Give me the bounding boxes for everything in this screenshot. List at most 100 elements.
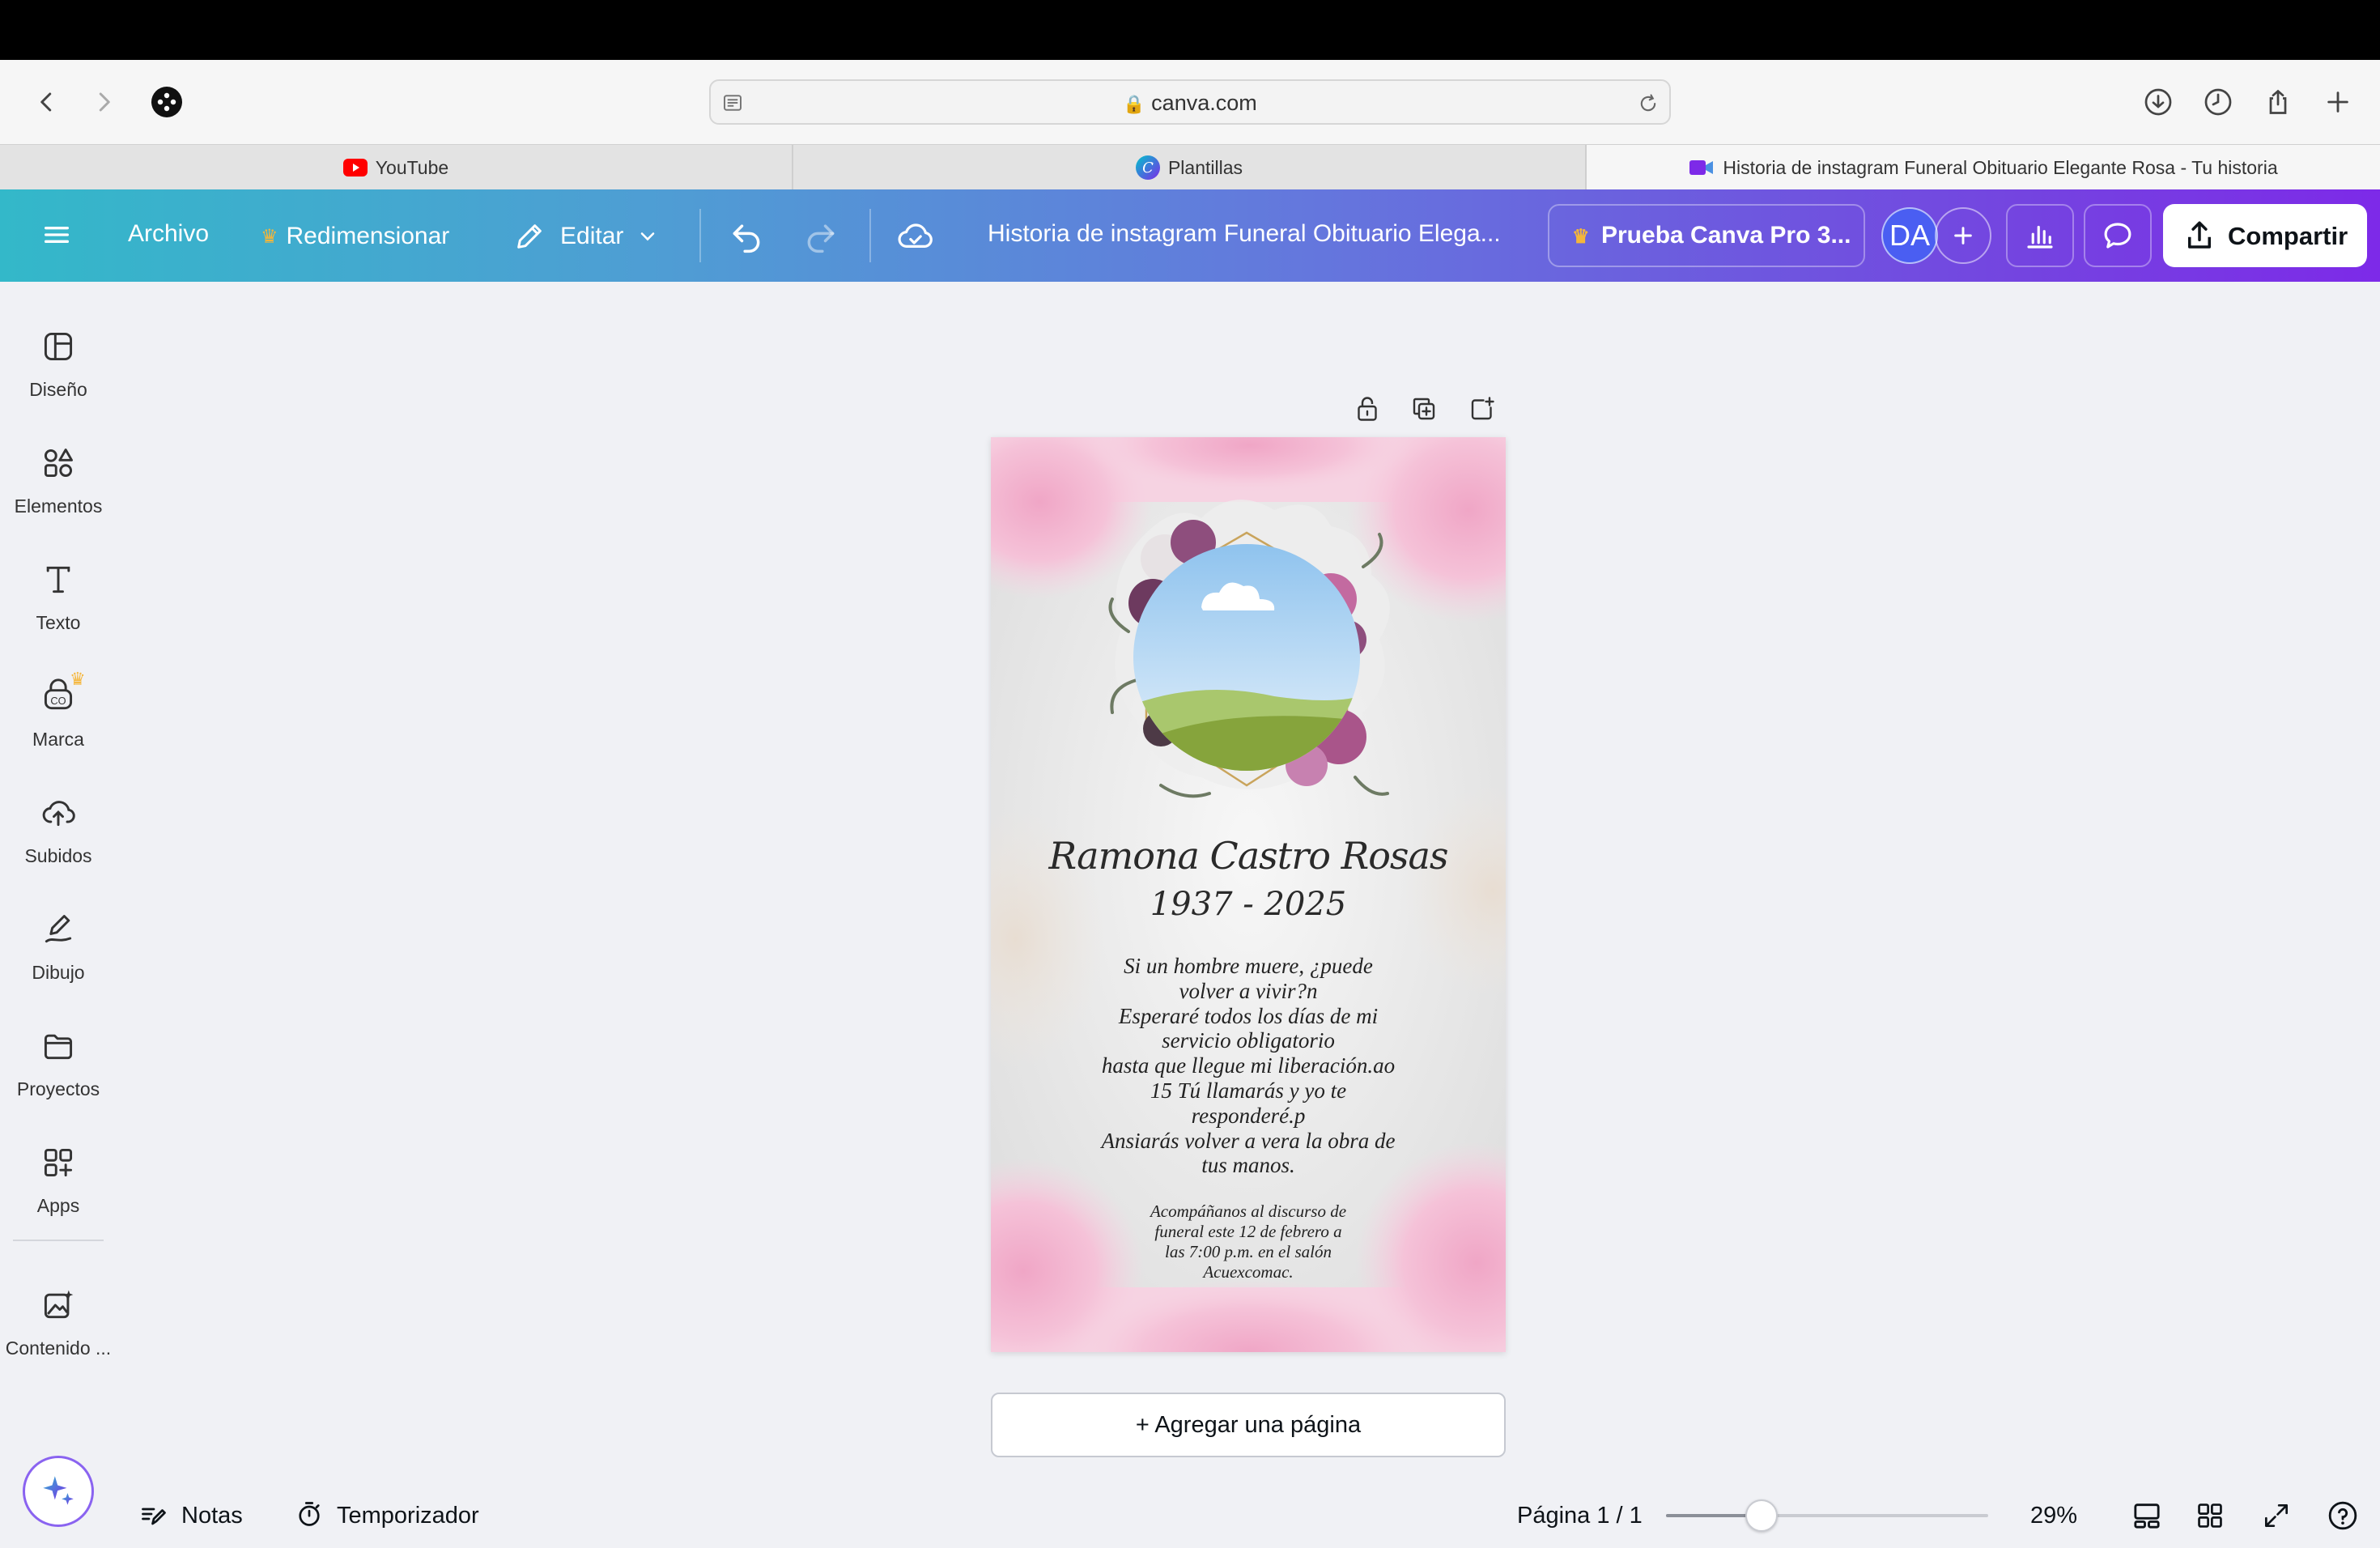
lock-icon: 🔒 (1123, 94, 1145, 114)
document-title[interactable]: Historia de instagram Funeral Obituario … (988, 220, 1501, 248)
browser-tab-strip: YouTube C Plantillas Historia de instagr… (0, 144, 2380, 190)
try-pro-button[interactable]: ♛ Prueba Canva Pro 3... (1548, 204, 1865, 267)
file-menu[interactable]: Archivo (128, 220, 209, 248)
sidebar-item-subidos[interactable]: Subidos (0, 777, 117, 882)
duplicate-page-icon[interactable] (1405, 390, 1443, 427)
insights-button[interactable] (2006, 204, 2074, 267)
resize-label: Redimensionar (286, 223, 450, 249)
forward-icon[interactable] (81, 79, 126, 125)
address-bar[interactable]: 🔒 canva.com (709, 79, 1671, 125)
share-button[interactable]: Compartir (2163, 204, 2367, 267)
resize-button[interactable]: ♛ Redimensionar (261, 219, 449, 254)
zoom-slider-thumb[interactable] (1745, 1499, 1778, 1532)
upload-cloud-icon (42, 801, 75, 827)
youtube-icon (342, 159, 368, 176)
sidebar-item-dibujo[interactable]: Dibujo (0, 894, 117, 999)
pages-view-icon[interactable] (2129, 1498, 2165, 1533)
notes-icon[interactable] (139, 1499, 168, 1529)
add-page-label: + Agregar una página (1135, 1412, 1362, 1438)
tab-active-design[interactable]: Historia de instagram Funeral Obituario … (1587, 145, 2380, 190)
fullscreen-icon[interactable] (2259, 1498, 2294, 1533)
cloud-saved-icon[interactable] (897, 219, 934, 254)
redo-icon[interactable] (803, 219, 839, 254)
help-icon[interactable] (2325, 1498, 2361, 1533)
magic-media-icon (44, 1290, 74, 1319)
divider (699, 209, 701, 262)
sidebar-item-label: Dibujo (32, 962, 85, 983)
extension-icon[interactable] (144, 79, 189, 125)
sidebar-item-label: Subidos (24, 845, 92, 866)
sidebar-item-label: Proyectos (16, 1078, 100, 1099)
layout-icon (44, 332, 73, 361)
sidebar-item-label: Elementos (14, 495, 103, 517)
magic-assistant-button[interactable] (23, 1456, 94, 1527)
sidebar-item-apps[interactable]: Apps (0, 1127, 117, 1232)
chevron-down-icon (641, 232, 655, 241)
try-pro-label: Prueba Canva Pro 3... (1601, 222, 1851, 249)
poem-text[interactable]: Si un hombre muere, ¿puede volver a vivi… (1080, 954, 1417, 1178)
invitation-text[interactable]: Acompáñanos al discurso de funeral este … (1128, 1201, 1368, 1282)
timer-button[interactable]: Temporizador (337, 1503, 479, 1529)
add-page-icon[interactable] (1464, 390, 1501, 427)
page-indicator[interactable]: Página 1 / 1 (1517, 1503, 1643, 1529)
timer-icon[interactable] (295, 1499, 324, 1529)
sidebar-item-label: Texto (36, 612, 81, 633)
canva-video-icon (1689, 158, 1715, 177)
pencil-icon (517, 224, 542, 249)
new-tab-icon[interactable] (2315, 79, 2361, 125)
sidebar-item-proyectos[interactable]: Proyectos (0, 1010, 117, 1116)
crown-icon: ♛ (70, 669, 86, 689)
zoom-level[interactable]: 29% (2030, 1503, 2077, 1529)
history-icon[interactable] (2195, 79, 2241, 125)
sidebar-divider (13, 1240, 104, 1241)
sidebar-item-contenido[interactable]: Contenido ... (0, 1269, 117, 1375)
sidebar-item-label: Marca (32, 729, 84, 750)
add-page-button[interactable]: + Agregar una página (991, 1393, 1506, 1457)
comments-button[interactable] (2084, 204, 2152, 267)
sidebar-item-texto[interactable]: Texto (0, 544, 117, 649)
sidebar-item-label: Apps (36, 1195, 80, 1216)
svg-text:CO: CO (50, 695, 66, 707)
grid-view-icon[interactable] (2192, 1498, 2228, 1533)
back-icon[interactable] (24, 79, 70, 125)
url-text: canva.com (1151, 91, 1257, 115)
text-icon (46, 566, 70, 593)
edit-label: Editar (560, 223, 624, 249)
life-years[interactable]: 1937 - 2025 (991, 886, 1506, 923)
downloads-icon[interactable] (2136, 79, 2181, 125)
sidebar-item-diseno[interactable]: Diseño (0, 311, 117, 416)
edit-mode-button[interactable]: Editar (513, 219, 659, 254)
menu-icon[interactable] (40, 219, 76, 254)
sidebar-item-label: Diseño (29, 379, 87, 400)
lock-page-icon[interactable] (1349, 390, 1386, 427)
share-label: Compartir (2228, 222, 2348, 250)
tab-youtube[interactable]: YouTube (0, 145, 793, 190)
divider (869, 209, 871, 262)
add-collaborator-icon[interactable] (1935, 207, 1991, 264)
share-upload-icon (2188, 221, 2211, 249)
editor-header: Archivo ♛ Redimensionar Editar Historia … (0, 189, 2380, 282)
comment-icon (2104, 223, 2131, 249)
sidebar-item-elementos[interactable]: Elementos (0, 427, 117, 533)
svg-text:C: C (1142, 159, 1154, 176)
sidebar-item-marca[interactable]: CO ♛ Marca (0, 661, 117, 766)
crown-icon: ♛ (261, 225, 278, 248)
tab-label: Historia de instagram Funeral Obituario … (1723, 156, 2278, 178)
crown-icon: ♛ (1572, 226, 1590, 248)
tab-plantillas[interactable]: C Plantillas (793, 145, 1587, 190)
left-sidebar: Diseño Elementos Texto CO ♛ Marca Subido… (0, 282, 117, 1548)
apps-grid-icon (44, 1148, 73, 1177)
sidebar-item-label: Contenido ... (5, 1337, 112, 1359)
shapes-icon (44, 449, 73, 478)
deceased-name[interactable]: Ramona Castro Rosas (991, 834, 1506, 878)
share-sheet-icon[interactable] (2255, 79, 2301, 125)
design-page[interactable]: Ramona Castro Rosas 1937 - 2025 Si un ho… (991, 437, 1506, 1352)
canva-logo-icon: C (1135, 155, 1160, 180)
notes-button[interactable]: Notas (181, 1503, 243, 1529)
tab-label: YouTube (375, 156, 449, 178)
undo-icon[interactable] (729, 219, 764, 254)
avatar[interactable]: DA (1881, 207, 1938, 264)
sparkle-icon (43, 1476, 74, 1505)
folder-icon (44, 1034, 73, 1060)
reload-icon[interactable] (1637, 92, 1660, 115)
